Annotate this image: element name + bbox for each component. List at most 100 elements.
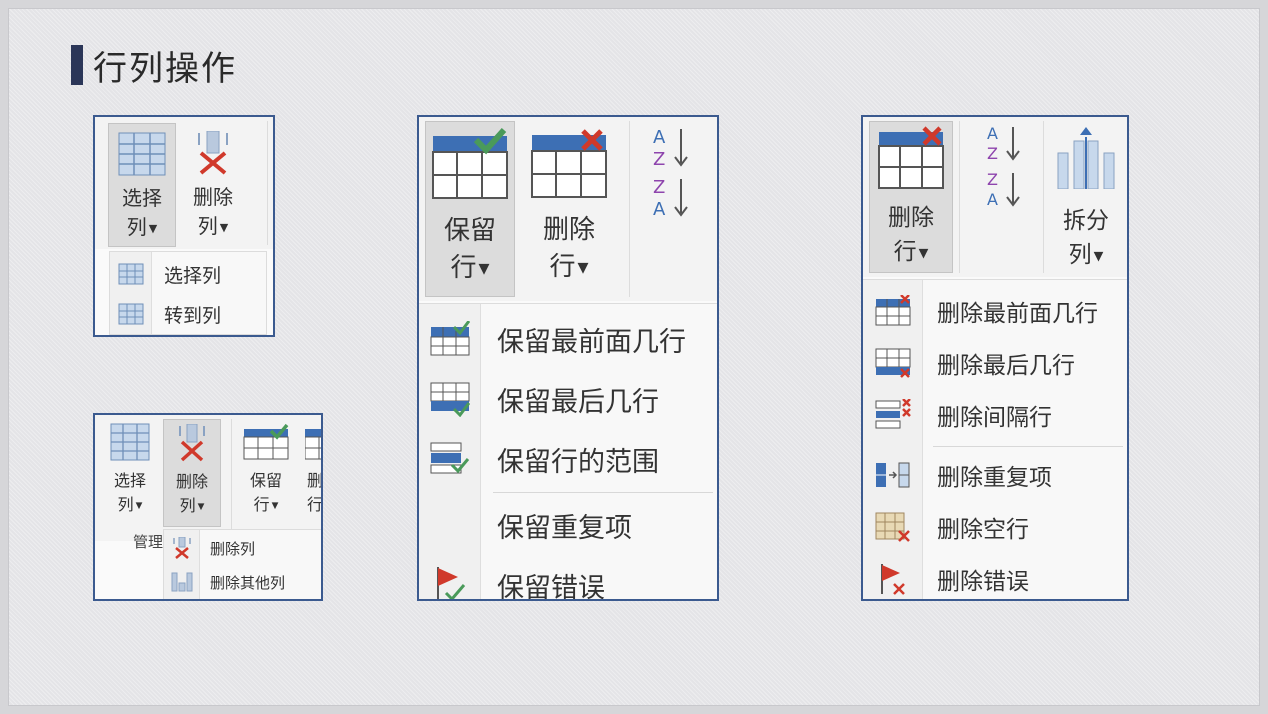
keep-rows-icon: [432, 128, 508, 200]
table-grid-icon: [118, 132, 166, 176]
remove-rows-icon: [878, 126, 944, 190]
menu-divider: [933, 446, 1123, 447]
menu-item-label: 保留行的范围: [497, 446, 659, 478]
split-column-label-top: 拆分: [1063, 208, 1109, 234]
remove-column-label-top: 删除: [175, 472, 208, 491]
menu-item-keep-bottom-rows[interactable]: 保留最后几行: [419, 374, 659, 424]
ribbon: 选择 列 ▼ 删除 列 ▼: [95, 117, 273, 249]
sort-descending-icon: ZA: [653, 177, 688, 219]
menu-item-label: 删除重复项: [937, 465, 1052, 491]
svg-text:Z: Z: [987, 170, 998, 189]
split-column-icon: [1054, 127, 1118, 189]
keep-bottom-rows-icon: [419, 381, 481, 417]
menu-item-select-columns[interactable]: 选择列: [110, 256, 221, 292]
keep-range-icon: [419, 441, 481, 477]
chevron-down-icon: ▼: [148, 222, 158, 235]
svg-text:Z: Z: [653, 177, 665, 198]
remove-column-label-bottom: 列: [179, 496, 196, 515]
table-grid-icon: [110, 303, 152, 325]
panel-remove-columns: 选择 列 ▼ 删除 列 ▼ 保留 行 ▼ 删 行 管理 删除列 删除其他列: [93, 413, 323, 601]
remove-rows-label-bottom: 行: [549, 252, 576, 282]
sort-descending-button[interactable]: ZA: [651, 175, 691, 219]
menu-item-label: 删除列: [210, 539, 256, 558]
divider: [959, 121, 960, 273]
sort-ascending-button[interactable]: AZ: [651, 125, 691, 169]
menu-item-remove-top-rows[interactable]: 删除最前面几行: [863, 288, 1098, 334]
remove-column-button[interactable]: 删除 列 ▼: [163, 419, 221, 527]
chevron-down-icon: ▼: [577, 259, 589, 276]
menu-item-label: 删除错误: [937, 569, 1029, 595]
slide-title: 行列操作: [93, 49, 237, 89]
divider: [629, 121, 630, 297]
select-column-label-bottom: 列: [126, 215, 147, 239]
menu-item-label: 保留最前面几行: [497, 326, 686, 358]
menu-item-remove-bottom-rows[interactable]: 删除最后几行: [863, 340, 1075, 386]
menu-item-keep-duplicates[interactable]: 保留重复项: [419, 500, 632, 550]
menu-item-keep-errors[interactable]: 保留错误: [419, 560, 605, 601]
remove-rows-icon: [305, 423, 321, 461]
sort-descending-button[interactable]: ZA: [985, 169, 1025, 209]
panel-remove-rows: 删除 行 ▼ AZ ZA 拆分 列 ▼ 删除最前面几行 删除最后几行 删除间隔行…: [861, 115, 1129, 601]
chevron-down-icon: ▼: [197, 501, 205, 512]
split-column-button[interactable]: 拆分 列 ▼: [1049, 121, 1123, 273]
menu-item-remove-errors[interactable]: 删除错误: [863, 556, 1029, 599]
menu-item-remove-alternate-rows[interactable]: 删除间隔行: [863, 392, 1052, 438]
keep-rows-button[interactable]: 保留 行 ▼: [239, 419, 293, 527]
svg-text:A: A: [987, 190, 998, 209]
remove-rows-icon: [531, 127, 607, 199]
remove-column-label-top: 删除: [193, 185, 233, 209]
remove-blank-rows-icon: [863, 511, 923, 543]
remove-alternate-rows-icon: [863, 399, 923, 431]
remove-rows-button[interactable]: 删除 行 ▼: [869, 121, 953, 273]
menu-item-keep-top-rows[interactable]: 保留最前面几行: [419, 314, 686, 364]
menu-item-label: 保留最后几行: [497, 386, 659, 418]
menu-item-remove-duplicates[interactable]: 删除重复项: [863, 452, 1052, 498]
select-column-label-top: 选择: [122, 186, 162, 210]
error-flag-icon: [863, 562, 923, 596]
remove-rows-button-partial[interactable]: 删 行: [301, 419, 323, 527]
sort-ascending-icon: AZ: [653, 127, 688, 169]
select-column-label-top: 选择: [113, 471, 146, 490]
menu-item-label: 删除最前面几行: [937, 301, 1098, 327]
chevron-down-icon: ▼: [135, 500, 143, 511]
split-column-label-bottom: 列: [1068, 242, 1092, 268]
menu-item-keep-range-of-rows[interactable]: 保留行的范围: [419, 434, 659, 484]
menu-item-label: 删除间隔行: [937, 405, 1052, 431]
keep-column-icon: [164, 571, 200, 593]
keep-rows-button[interactable]: 保留 行 ▼: [425, 121, 515, 297]
error-flag-icon: [419, 565, 481, 599]
svg-text:A: A: [987, 124, 998, 143]
menu-item-remove-columns[interactable]: 删除列: [164, 534, 255, 562]
keep-rows-icon: [243, 423, 289, 461]
remove-column-label-bottom: 列: [197, 214, 218, 238]
chevron-down-icon: ▼: [1093, 248, 1104, 263]
keep-rows-label-bottom: 行: [253, 495, 270, 514]
dropdown-menu: 删除列 删除其他列: [163, 529, 321, 599]
panel-keep-rows: 保留 行 ▼ 删除 行 ▼ AZ ZA 保留最前面几行 保留最后几行 保留行的范…: [417, 115, 719, 601]
select-column-label-bottom: 列: [117, 495, 134, 514]
menu-item-go-to-column[interactable]: 转到列: [110, 296, 221, 332]
group-label: 管理: [133, 533, 164, 551]
remove-rows-label-bottom: 行: [307, 495, 323, 514]
menu-item-label: 选择列: [164, 264, 222, 287]
sort-ascending-button[interactable]: AZ: [985, 123, 1025, 163]
menu-item-label: 转到列: [164, 304, 222, 327]
title-accent-bar: [71, 45, 83, 85]
dropdown-menu: 删除最前面几行 删除最后几行 删除间隔行 删除重复项 删除空行 删除错误: [863, 279, 1127, 599]
menu-item-label: 删除其他列: [210, 573, 286, 592]
delete-column-icon: [164, 537, 200, 559]
select-column-button[interactable]: 选择 列 ▼: [108, 123, 176, 247]
menu-item-remove-blank-rows[interactable]: 删除空行: [863, 504, 1029, 550]
remove-rows-button[interactable]: 删除 行 ▼: [523, 121, 615, 297]
divider: [231, 419, 232, 529]
select-column-button[interactable]: 选择 列 ▼: [101, 419, 159, 527]
table-grid-icon: [110, 263, 152, 285]
chevron-down-icon: ▼: [478, 260, 490, 277]
keep-rows-label-bottom: 行: [450, 253, 477, 283]
remove-column-button[interactable]: 删除 列 ▼: [181, 123, 245, 247]
menu-item-label: 保留错误: [497, 572, 605, 601]
delete-column-icon: [175, 424, 209, 462]
menu-item-remove-other-columns[interactable]: 删除其他列: [164, 568, 285, 596]
ribbon: 保留 行 ▼ 删除 行 ▼ AZ ZA: [419, 117, 717, 301]
divider: [1043, 121, 1044, 273]
